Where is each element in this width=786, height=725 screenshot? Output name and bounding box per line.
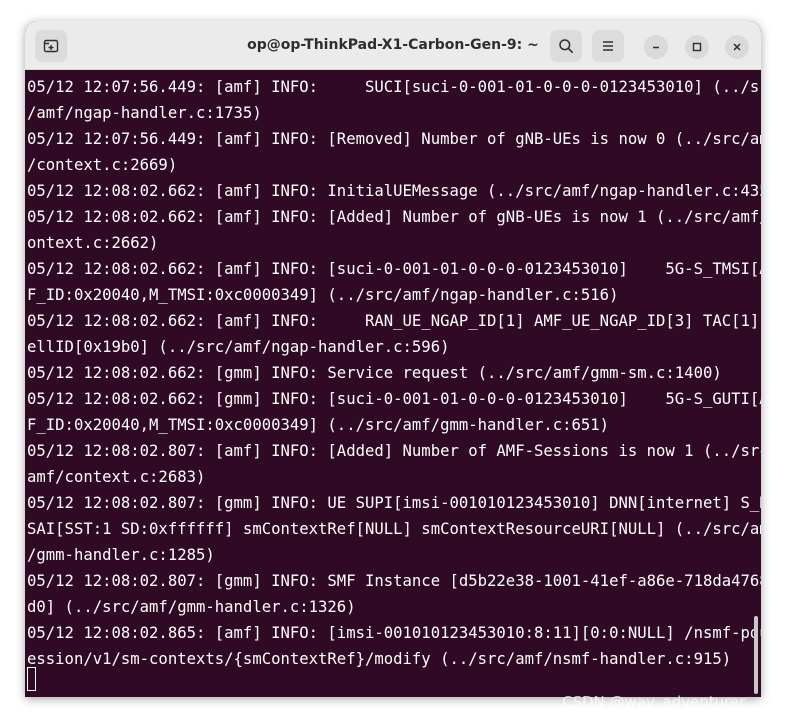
log-line: 05/12 12:08:02.865: [amf] INFO: [imsi-00…	[27, 624, 761, 642]
hamburger-menu-icon	[603, 41, 613, 51]
log-line: /amf/ngap-handler.c:1735)	[27, 104, 262, 122]
minimize-icon	[653, 46, 659, 49]
log-line: 05/12 12:08:02.662: [gmm] INFO: [suci-0-…	[27, 390, 761, 408]
log-line: ession/v1/sm-contexts/{smContextRef}/mod…	[27, 650, 732, 668]
terminal-output[interactable]: 05/12 12:07:56.449: [amf] INFO: SUCI[suc…	[25, 70, 761, 697]
log-line: /gmm-handler.c:1285)	[27, 546, 215, 564]
scrollbar[interactable]	[754, 616, 758, 694]
new-tab-icon	[43, 39, 59, 53]
log-line: 05/12 12:08:02.662: [amf] INFO: [Added] …	[27, 208, 761, 226]
menu-button[interactable]	[592, 30, 624, 62]
search-button[interactable]	[550, 30, 582, 62]
log-line: 05/12 12:08:02.662: [gmm] INFO: Service …	[27, 364, 722, 382]
log-line: F_ID:0x20040,M_TMSI:0xc0000349] (../src/…	[27, 416, 610, 434]
log-line: d0] (../src/amf/gmm-handler.c:1326)	[27, 598, 356, 616]
close-icon	[733, 43, 741, 51]
log-line: 05/12 12:08:02.807: [gmm] INFO: UE SUPI[…	[27, 494, 761, 512]
log-line: /context.c:2669)	[27, 156, 178, 174]
new-tab-button[interactable]	[35, 30, 67, 62]
log-line: SAI[SST:1 SD:0xffffff] smContextRef[NULL…	[27, 520, 761, 538]
log-line: ellID[0x19b0] (../src/amf/ngap-handler.c…	[27, 338, 450, 356]
maximize-icon	[692, 42, 702, 52]
close-button[interactable]	[725, 35, 749, 59]
log-line: 05/12 12:07:56.449: [amf] INFO: [Removed…	[27, 130, 761, 148]
terminal-window: op@op-ThinkPad-X1-Carbon-Gen-9: ~ 05/12 …	[25, 21, 761, 697]
log-line: F_ID:0x20040,M_TMSI:0xc0000349] (../src/…	[27, 286, 619, 304]
terminal-log: 05/12 12:07:56.449: [amf] INFO: SUCI[suc…	[27, 74, 761, 672]
log-line: 05/12 12:08:02.662: [amf] INFO: RAN_UE_N…	[27, 312, 761, 330]
watermark: CSDN @way_adventurer	[562, 693, 746, 711]
log-line: 05/12 12:08:02.807: [amf] INFO: [Added] …	[27, 442, 761, 460]
title-bar[interactable]: op@op-ThinkPad-X1-Carbon-Gen-9: ~	[25, 21, 761, 70]
window-title: op@op-ThinkPad-X1-Carbon-Gen-9: ~	[247, 37, 539, 53]
text-cursor	[27, 667, 36, 691]
log-line: amf/context.c:2683)	[27, 468, 206, 486]
log-line: 05/12 12:08:02.807: [gmm] INFO: SMF Inst…	[27, 572, 761, 590]
log-line: 05/12 12:08:02.662: [amf] INFO: [suci-0-…	[27, 260, 761, 278]
minimize-button[interactable]	[644, 35, 668, 59]
maximize-button[interactable]	[685, 35, 709, 59]
log-line: ontext.c:2662)	[27, 234, 159, 252]
search-icon	[559, 39, 573, 53]
log-line: 05/12 12:08:02.662: [amf] INFO: InitialU…	[27, 182, 761, 200]
log-line: 05/12 12:07:56.449: [amf] INFO: SUCI[suc…	[27, 78, 761, 96]
